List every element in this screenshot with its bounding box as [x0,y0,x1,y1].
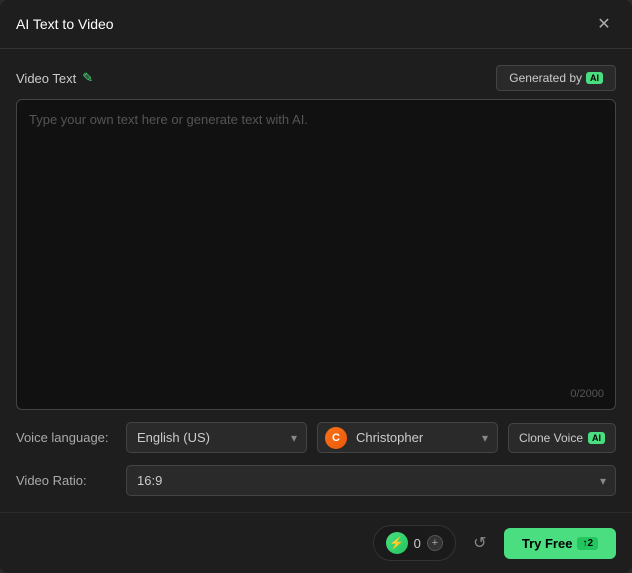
voice-language-select[interactable]: English (US) English (UK) Spanish French… [126,422,307,453]
modal-footer: ⚡ 0 + ↺ Try Free ↑2 [0,512,632,573]
video-ratio-label: Video Ratio: [16,473,116,488]
section-label: Video Text ✎ [16,70,93,86]
section-header: Video Text ✎ Generated by AI [16,65,616,91]
close-button[interactable]: ✕ [592,12,616,36]
video-text-label: Video Text [16,71,76,86]
video-ratio-select[interactable]: 16:9 9:16 1:1 4:3 [126,465,616,496]
try-free-label: Try Free [522,536,573,551]
modal-title: AI Text to Video [16,16,114,32]
clone-voice-button[interactable]: Clone Voice AI [508,423,616,453]
voice-avatar: C [325,427,347,449]
modal-container: AI Text to Video ✕ Video Text ✎ Generate… [0,0,632,573]
char-count: 0/2000 [570,388,604,400]
ratio-select-wrapper: 16:9 9:16 1:1 4:3 [126,465,616,496]
voice-language-row: Voice language: English (US) English (UK… [16,422,616,453]
video-text-input[interactable] [16,99,616,410]
credits-icon: ⚡ [386,532,408,554]
voice-language-select-wrapper: English (US) English (UK) Spanish French… [126,422,307,453]
credits-count: 0 [414,536,421,551]
generated-by-label: Generated by [509,71,582,85]
edit-icon: ✎ [82,70,93,86]
plus-icon: + [427,535,443,551]
textarea-wrapper: 0/2000 [16,99,616,410]
voice-select-wrapper: C Christopher Alex Emma Liam [317,422,498,453]
try-free-badge: ↑2 [577,537,598,550]
refresh-button[interactable]: ↺ [466,529,494,557]
try-free-button[interactable]: Try Free ↑2 [504,528,616,559]
title-bar: AI Text to Video ✕ [0,0,632,49]
clone-voice-label: Clone Voice [519,431,583,445]
clone-ai-badge: AI [588,432,605,444]
modal-content: Video Text ✎ Generated by AI 0/2000 Voic… [0,49,632,512]
generated-by-button[interactable]: Generated by AI [496,65,616,91]
video-ratio-row: Video Ratio: 16:9 9:16 1:1 4:3 [16,465,616,496]
ai-badge: AI [586,72,603,84]
credits-button[interactable]: ⚡ 0 + [373,525,456,561]
video-text-section: Video Text ✎ Generated by AI 0/2000 [16,65,616,410]
voice-language-label: Voice language: [16,430,116,445]
